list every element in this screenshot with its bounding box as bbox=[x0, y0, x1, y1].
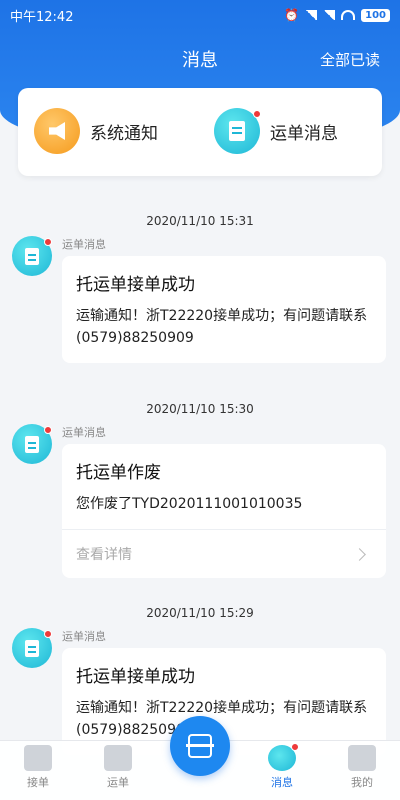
message-card[interactable]: 托运单接单成功 运输通知！浙T22220接单成功；有问题请联系(0579)882… bbox=[62, 256, 386, 363]
unread-dot bbox=[44, 630, 52, 638]
tab-waybill[interactable]: 运单 bbox=[88, 741, 148, 800]
unread-dot bbox=[291, 743, 299, 751]
tab-profile[interactable]: 我的 bbox=[332, 741, 392, 800]
message-avatar-icon bbox=[12, 628, 52, 668]
unread-dot bbox=[44, 238, 52, 246]
message-timestamp: 2020/11/10 15:30 bbox=[146, 402, 254, 416]
message-title: 托运单接单成功 bbox=[76, 667, 195, 687]
nav-bar: 消息 全部已读 bbox=[0, 40, 400, 76]
profile-icon bbox=[348, 745, 376, 771]
mark-all-read-button[interactable]: 全部已读 bbox=[320, 49, 380, 70]
wifi-icon bbox=[341, 10, 356, 20]
tab-label: 我的 bbox=[351, 776, 373, 789]
category-system-notice[interactable]: 系统通知 bbox=[34, 108, 158, 154]
view-details-link[interactable]: 查看详情 bbox=[76, 530, 372, 564]
message-source: 运单消息 bbox=[62, 630, 106, 643]
category-label: 系统通知 bbox=[90, 123, 158, 144]
signal-icon bbox=[305, 10, 318, 20]
tab-label: 运单 bbox=[107, 776, 129, 789]
message-source: 运单消息 bbox=[62, 238, 106, 251]
unread-dot bbox=[44, 426, 52, 434]
status-icons: ⏰ 100 bbox=[284, 8, 390, 22]
tab-messages[interactable]: 消息 bbox=[252, 741, 312, 800]
message-source: 运单消息 bbox=[62, 426, 106, 439]
message-title: 托运单接单成功 bbox=[76, 275, 195, 295]
tab-accept-order[interactable]: 接单 bbox=[8, 741, 68, 800]
tab-label: 消息 bbox=[271, 776, 293, 789]
megaphone-icon bbox=[34, 108, 80, 154]
view-details-label: 查看详情 bbox=[76, 547, 132, 563]
message-timestamp: 2020/11/10 15:29 bbox=[146, 606, 254, 620]
message-timestamp: 2020/11/10 15:31 bbox=[146, 214, 254, 228]
signal-icon-2 bbox=[323, 10, 336, 20]
truck-icon bbox=[104, 745, 132, 771]
scan-button[interactable] bbox=[170, 716, 230, 776]
category-label: 运单消息 bbox=[270, 123, 338, 144]
package-icon bbox=[24, 745, 52, 771]
message-card[interactable]: 托运单作废 您作废了TYD2020111001010035 查看详情 bbox=[62, 444, 386, 578]
message-avatar-icon bbox=[12, 236, 52, 276]
chevron-right-icon bbox=[353, 547, 366, 561]
unread-dot bbox=[253, 110, 261, 118]
document-icon bbox=[214, 108, 261, 154]
category-order-messages[interactable]: 运单消息 bbox=[214, 108, 338, 154]
message-body: 您作废了TYD2020111001010035 bbox=[76, 496, 303, 512]
status-bar: 中午12:42 ⏰ 100 bbox=[0, 0, 400, 30]
message-body: 运输通知！浙T22220接单成功；有问题请联系(0579)88250909 bbox=[76, 308, 368, 346]
message-icon bbox=[268, 743, 299, 771]
battery-icon: 100 bbox=[361, 8, 390, 22]
message-title: 托运单作废 bbox=[76, 463, 161, 483]
message-avatar-icon bbox=[12, 424, 52, 464]
tab-label: 接单 bbox=[27, 776, 49, 789]
alarm-icon: ⏰ bbox=[284, 8, 300, 22]
scan-icon bbox=[186, 734, 214, 758]
category-card: 系统通知 运单消息 bbox=[18, 88, 382, 176]
status-time: 中午12:42 bbox=[10, 9, 74, 25]
